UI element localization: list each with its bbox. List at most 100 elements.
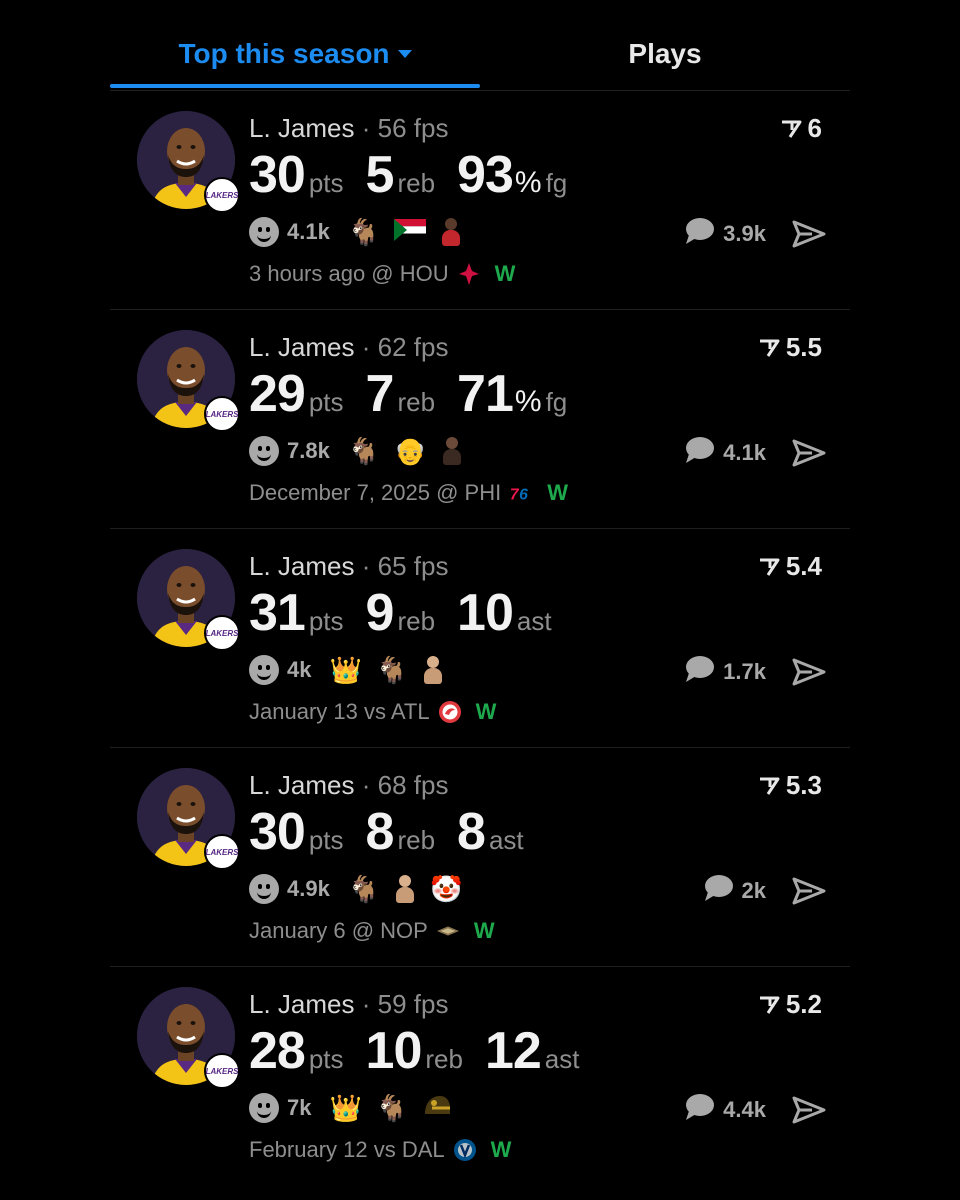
clown-icon: 🤡 bbox=[430, 874, 463, 904]
rockets-logo bbox=[457, 262, 481, 286]
comments-button[interactable]: 1.7k bbox=[683, 655, 766, 688]
game-meta: January 6 @ NOP W bbox=[249, 918, 495, 944]
stat-2: 10 ast bbox=[457, 583, 552, 643]
figure-dark-icon bbox=[441, 437, 463, 465]
stat-line: 31 pts 9 reb 10 ast bbox=[249, 583, 574, 643]
stat-unit: pts bbox=[308, 387, 344, 417]
stat-line: 28 pts 10 reb 12 ast bbox=[249, 1021, 601, 1081]
comments-button[interactable]: 4.4k bbox=[683, 1093, 766, 1126]
share-button[interactable] bbox=[792, 1095, 826, 1130]
score-badge: 5.5 bbox=[758, 332, 822, 363]
game-info: 3 hours ago @ HOU bbox=[249, 261, 449, 286]
stat-unit: fg bbox=[545, 387, 568, 417]
smiley-react-icon[interactable] bbox=[249, 1093, 279, 1123]
player-name[interactable]: L. James bbox=[249, 770, 355, 800]
stat-1: 9 reb bbox=[366, 583, 436, 643]
share-button[interactable] bbox=[792, 438, 826, 473]
player-line: L. James · 56 fps bbox=[249, 113, 448, 144]
share-button[interactable] bbox=[792, 876, 826, 911]
score-badge: 5.3 bbox=[758, 770, 822, 801]
feed-list: LAKERS L. James · 56 fps 6 30 pts 5 reb 93% fg 4.… bbox=[110, 91, 850, 1185]
comment-icon bbox=[683, 655, 715, 688]
post-card[interactable]: LAKERS L. James · 68 fps 5.3 30 pts 8 reb 8 ast 4… bbox=[110, 748, 850, 967]
share-button[interactable] bbox=[792, 657, 826, 692]
stat-unit: pts bbox=[308, 168, 344, 198]
stat-value: 5 bbox=[365, 146, 395, 204]
fps-value: · 56 fps bbox=[361, 113, 449, 143]
stat-value: 8 bbox=[457, 803, 486, 861]
tab-plays[interactable]: Plays bbox=[480, 38, 850, 70]
stat-2: 8 ast bbox=[457, 802, 524, 862]
smiley-react-icon[interactable] bbox=[249, 217, 279, 247]
goat-icon: 🐐 bbox=[347, 874, 381, 904]
game-meta: December 7, 2025 @ PHI 7 6 W bbox=[249, 480, 568, 506]
stat-0: 30 pts bbox=[249, 145, 344, 205]
stat-line: 30 pts 5 reb 93% fg bbox=[249, 145, 589, 205]
stat-value: 10 bbox=[365, 1022, 423, 1080]
score-value: 5.3 bbox=[785, 770, 822, 800]
76ers-logo: 76 bbox=[509, 481, 533, 505]
comments-button[interactable]: 2k bbox=[702, 874, 766, 907]
hawks-logo bbox=[438, 700, 462, 724]
vote-icon bbox=[758, 776, 780, 796]
goat-icon: 🐐 bbox=[347, 436, 381, 466]
comment-count: 3.9k bbox=[723, 220, 766, 246]
lakers-badge-icon: LAKERS bbox=[204, 834, 240, 870]
player-name[interactable]: L. James bbox=[249, 551, 355, 581]
reaction-count: 4k bbox=[287, 657, 312, 682]
game-result: W bbox=[475, 699, 497, 724]
post-card[interactable]: LAKERS L. James · 62 fps 5.5 29 pts 7 reb 71% fg… bbox=[110, 310, 850, 529]
goat-icon: 🐐 bbox=[347, 217, 381, 247]
pelicans-logo bbox=[436, 919, 460, 943]
stat-2: 12 ast bbox=[485, 1021, 580, 1081]
tab-top-this-season[interactable]: Top this season bbox=[110, 38, 480, 70]
comment-count: 1.7k bbox=[723, 658, 766, 684]
goat-icon: 🐐 bbox=[375, 1093, 409, 1123]
tab-label: Plays bbox=[628, 38, 702, 69]
smiley-react-icon[interactable] bbox=[249, 655, 279, 685]
player-name[interactable]: L. James bbox=[249, 113, 355, 143]
post-card[interactable]: LAKERS L. James · 56 fps 6 30 pts 5 reb 93% fg 4.… bbox=[110, 91, 850, 310]
vote-icon bbox=[780, 119, 802, 139]
stat-unit: ast bbox=[488, 825, 524, 855]
game-result: W bbox=[494, 261, 516, 286]
tab-label: Top this season bbox=[178, 38, 390, 69]
send-icon bbox=[792, 877, 826, 910]
stat-1: 8 reb bbox=[366, 802, 436, 862]
fps-value: · 62 fps bbox=[361, 332, 449, 362]
smiley-react-icon[interactable] bbox=[249, 436, 279, 466]
smiley-react-icon[interactable] bbox=[249, 874, 279, 904]
post-card[interactable]: LAKERS L. James · 59 fps 5.2 28 pts 10 reb 12 as… bbox=[110, 967, 850, 1185]
stat-0: 30 pts bbox=[249, 802, 344, 862]
comments-button[interactable]: 3.9k bbox=[683, 217, 766, 250]
game-result: W bbox=[473, 918, 495, 943]
vote-icon bbox=[758, 338, 780, 358]
player-name[interactable]: L. James bbox=[249, 332, 355, 362]
figure-tan-icon bbox=[422, 656, 444, 684]
comment-icon bbox=[702, 874, 734, 907]
lakers-badge-icon: LAKERS bbox=[204, 615, 240, 651]
stat-unit: pts bbox=[308, 606, 344, 636]
stat-0: 31 pts bbox=[249, 583, 344, 643]
stat-0: 28 pts bbox=[249, 1021, 344, 1081]
score-value: 5.4 bbox=[785, 551, 822, 581]
player-name[interactable]: L. James bbox=[249, 989, 355, 1019]
fps-value: · 59 fps bbox=[361, 989, 449, 1019]
send-icon bbox=[792, 658, 826, 691]
comment-icon bbox=[683, 217, 715, 250]
player-line: L. James · 68 fps bbox=[249, 770, 448, 801]
stat-line: 30 pts 8 reb 8 ast bbox=[249, 802, 546, 862]
stat-line: 29 pts 7 reb 71% fg bbox=[249, 364, 589, 424]
stat-unit: reb bbox=[397, 825, 436, 855]
lakers-badge-icon: LAKERS bbox=[204, 177, 240, 213]
share-button[interactable] bbox=[792, 219, 826, 254]
player-line: L. James · 62 fps bbox=[249, 332, 448, 363]
reaction-count: 4.1k bbox=[287, 219, 330, 244]
send-icon bbox=[792, 1096, 826, 1129]
score-value: 6 bbox=[807, 113, 822, 143]
stat-percent-sign: % bbox=[514, 166, 542, 199]
reaction-bar: 7k 👑 🐐 bbox=[249, 1091, 466, 1125]
score-value: 5.5 bbox=[785, 332, 822, 362]
comments-button[interactable]: 4.1k bbox=[683, 436, 766, 469]
post-card[interactable]: LAKERS L. James · 65 fps 5.4 31 pts 9 reb 10 ast… bbox=[110, 529, 850, 748]
